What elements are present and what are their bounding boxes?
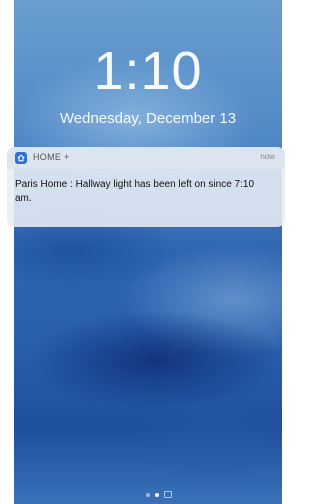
notification-message: Paris Home : Hallway light has been left… [15, 179, 255, 204]
lock-screen: 1:10 Wednesday, December 13 [14, 0, 282, 504]
notification-header: HOME + now [7, 147, 285, 169]
notification-card[interactable]: HOME + now Paris Home : Hallway light ha… [7, 147, 285, 227]
camera-icon [164, 491, 172, 498]
page-dot-active [155, 492, 159, 497]
lock-date: Wednesday, December 13 [59, 110, 237, 127]
page-indicator[interactable] [146, 491, 172, 498]
notification-app-name: HOME + [33, 152, 70, 162]
notification-time: now [260, 152, 275, 161]
lock-clock: 1:10 [93, 41, 203, 101]
page-dot [146, 492, 150, 497]
home-icon [15, 152, 27, 164]
